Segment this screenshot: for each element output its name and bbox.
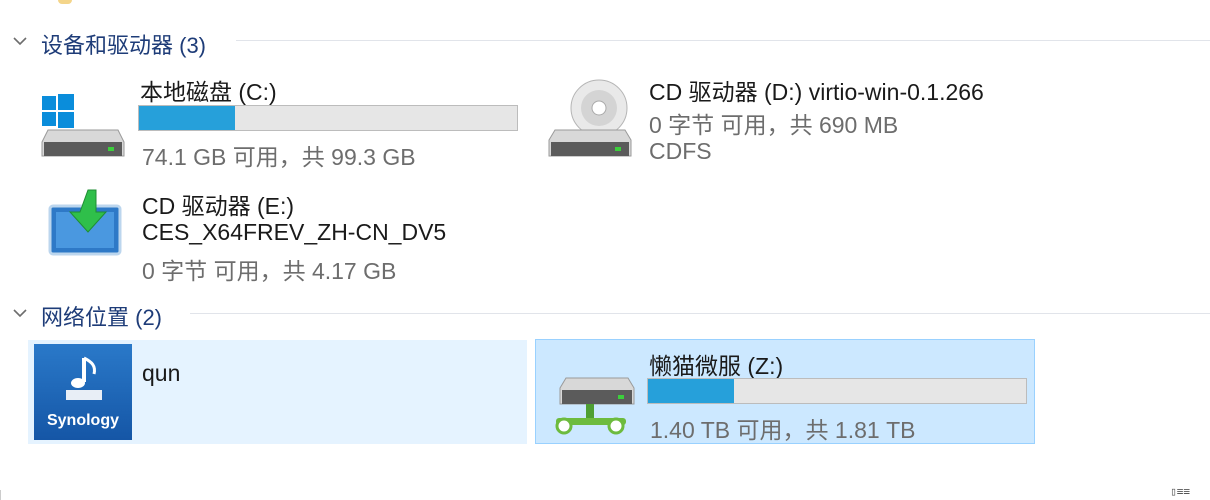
synology-nas-icon: Synology bbox=[34, 344, 132, 440]
group-title-devices: 设备和驱动器 (3) bbox=[41, 33, 207, 58]
drive-name-z: 懒猫微服 (Z:) bbox=[649, 353, 784, 379]
group-header-devices[interactable]: 设备和驱动器 (3) bbox=[0, 26, 1210, 58]
drive-fs-d: CDFS bbox=[649, 138, 712, 164]
chevron-down-icon[interactable] bbox=[10, 303, 30, 323]
music-note-icon bbox=[66, 356, 102, 400]
drive-name-e: CD 驱动器 (E:) bbox=[142, 193, 295, 219]
chevron-down-icon[interactable] bbox=[10, 31, 30, 51]
network-drive-tile-z[interactable]: 懒猫微服 (Z:) 1.40 TB 可用，共 1.81 TB bbox=[535, 339, 1035, 444]
network-tile-qun[interactable]: Synology qun bbox=[28, 340, 527, 444]
cd-drive-icon bbox=[548, 79, 632, 157]
drive-free-e: 0 字节 可用，共 4.17 GB bbox=[142, 258, 397, 284]
usage-fill-c bbox=[139, 106, 235, 130]
drive-free-c: 74.1 GB 可用，共 99.3 GB bbox=[142, 144, 416, 170]
drive-name-c: 本地磁盘 (C:) bbox=[140, 79, 277, 105]
usage-fill-z bbox=[648, 379, 734, 403]
drive-tile-d[interactable]: CD 驱动器 (D:) virtio-win-0.1.266 0 字节 可用，共… bbox=[535, 66, 1035, 176]
group-title-network: 网络位置 (2) bbox=[41, 305, 163, 330]
drive-label-e: CES_X64FREV_ZH-CN_DV5 bbox=[142, 219, 447, 245]
network-name-qun: qun bbox=[142, 360, 181, 386]
windows-drive-icon bbox=[41, 94, 125, 157]
drive-free-d: 0 字节 可用，共 690 MB bbox=[649, 112, 899, 138]
drive-tile-e[interactable]: CD 驱动器 (E:) CES_X64FREV_ZH-CN_DV5 0 字节 可… bbox=[28, 180, 528, 290]
group-divider bbox=[190, 313, 1210, 314]
window-edge bbox=[0, 490, 1, 500]
partial-icon-fragment bbox=[58, 0, 72, 4]
drive-name-d: CD 驱动器 (D:) virtio-win-0.1.266 bbox=[649, 79, 984, 105]
usage-bar-z bbox=[647, 378, 1027, 404]
group-divider bbox=[236, 40, 1210, 41]
drive-free-z: 1.40 TB 可用，共 1.81 TB bbox=[650, 417, 916, 443]
details-view-icon[interactable]: ▯≡≡ bbox=[1170, 485, 1190, 498]
install-disc-icon bbox=[48, 189, 122, 256]
drive-tile-c[interactable]: 本地磁盘 (C:) 74.1 GB 可用，共 99.3 GB bbox=[28, 66, 528, 176]
network-drive-icon bbox=[555, 377, 635, 435]
synology-logo-text: Synology bbox=[46, 412, 119, 429]
usage-bar-c bbox=[138, 105, 518, 131]
group-header-network[interactable]: 网络位置 (2) bbox=[0, 298, 1210, 330]
